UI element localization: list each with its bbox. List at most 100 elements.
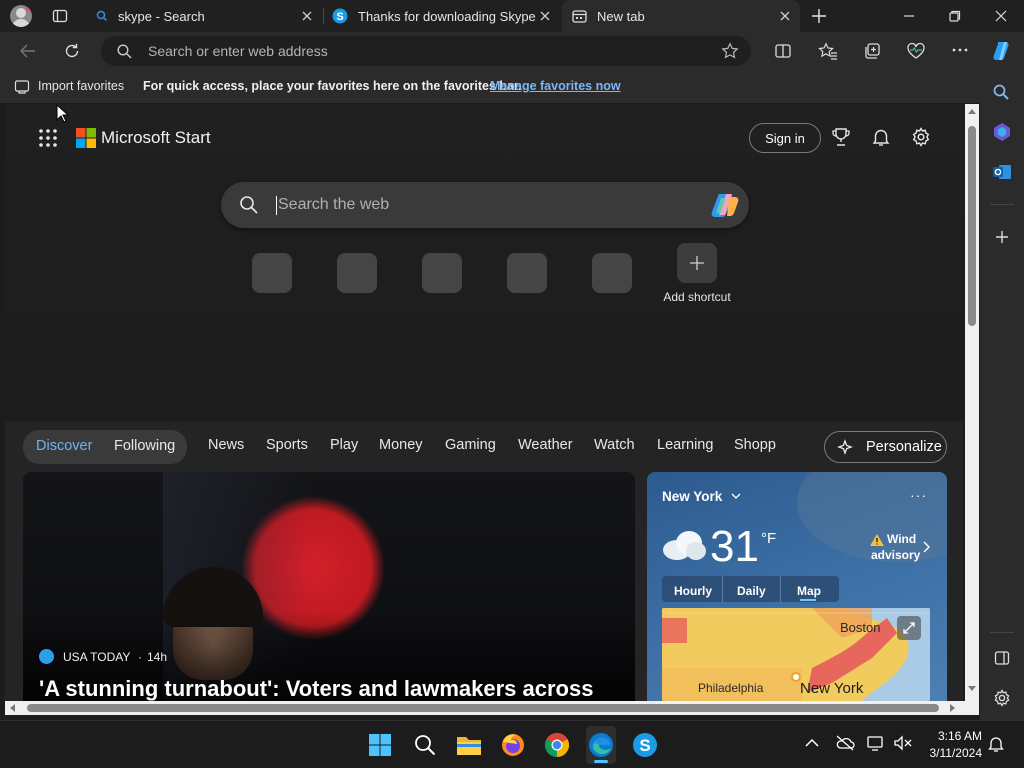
nav-money[interactable]: Money	[379, 437, 423, 453]
chrome-icon[interactable]	[544, 732, 570, 758]
manage-favorites-link[interactable]: Manage favorites now	[490, 79, 621, 93]
news-headline[interactable]: 'A stunning turnabout': Voters and lawma…	[39, 676, 593, 701]
split-screen-icon[interactable]	[774, 42, 792, 60]
notifications-icon[interactable]	[871, 127, 891, 147]
nav-learning[interactable]: Learning	[657, 437, 713, 453]
vertical-scrollbar[interactable]	[965, 104, 979, 701]
chevron-down-icon[interactable]	[731, 492, 741, 500]
minimize-icon[interactable]	[902, 9, 916, 23]
show-hidden-icons-icon[interactable]	[805, 738, 819, 748]
nav-gaming[interactable]: Gaming	[445, 437, 496, 453]
add-shortcut-label: Add shortcut	[663, 290, 731, 304]
sidebar-copilot-icon[interactable]	[992, 122, 1012, 142]
back-icon[interactable]	[19, 43, 37, 59]
scroll-down-icon[interactable]	[968, 686, 976, 692]
weather-card[interactable]: New York ··· 31 °F Wind advisory Hourly …	[647, 472, 947, 701]
tab-skype-search[interactable]: skype - Search	[86, 0, 322, 32]
weather-city[interactable]: New York	[662, 489, 722, 504]
nav-weather[interactable]: Weather	[518, 437, 573, 453]
shortcut-tile[interactable]	[592, 253, 632, 293]
weather-alert-line1[interactable]: Wind	[887, 532, 916, 546]
taskbar-date[interactable]: 3/11/2024	[920, 746, 983, 760]
import-favorites-button[interactable]: Import favorites	[38, 79, 124, 93]
taskbar-time[interactable]: 3:16 AM	[928, 729, 982, 743]
weather-alert-line2[interactable]: advisory	[871, 548, 920, 562]
tab-bar: skype - Search S Thanks for downloading …	[0, 0, 1024, 32]
copilot-icon[interactable]	[990, 39, 1014, 63]
browser-essentials-icon[interactable]	[906, 42, 926, 60]
page-settings-icon[interactable]	[911, 127, 931, 147]
tab-skype-download[interactable]: S Thanks for downloading Skype	[324, 0, 560, 32]
hide-sidebar-icon[interactable]	[994, 650, 1010, 666]
shortcut-tile[interactable]	[422, 253, 462, 293]
weather-tab-hourly[interactable]: Hourly	[674, 584, 712, 598]
nav-news[interactable]: News	[208, 437, 244, 453]
close-icon[interactable]	[538, 9, 552, 23]
chevron-right-icon[interactable]	[922, 541, 930, 553]
scroll-up-icon[interactable]	[968, 108, 976, 114]
start-icon[interactable]	[369, 734, 391, 756]
sidebar-search-icon[interactable]	[992, 83, 1010, 101]
news-card[interactable]: USA TODAY · 14h 'A stunning turnabout': …	[23, 472, 635, 701]
scroll-left-icon[interactable]	[9, 704, 15, 712]
add-shortcut-button[interactable]	[677, 243, 717, 283]
scroll-right-icon[interactable]	[950, 704, 956, 712]
personalize-button[interactable]: Personalize	[824, 431, 947, 463]
tab-discover[interactable]: Discover	[36, 438, 92, 454]
volume-muted-icon[interactable]	[894, 735, 912, 751]
weather-more-icon[interactable]: ···	[910, 487, 927, 503]
new-tab-button[interactable]	[810, 7, 828, 25]
onedrive-offline-icon[interactable]	[835, 735, 855, 751]
active-indicator	[594, 760, 608, 763]
weather-tab-daily[interactable]: Daily	[737, 584, 766, 598]
weather-tab-map[interactable]: Map	[797, 584, 821, 598]
more-options-icon[interactable]	[952, 48, 968, 52]
outlook-icon[interactable]	[992, 162, 1012, 182]
sign-in-button[interactable]: Sign in	[749, 123, 821, 153]
window-close-icon[interactable]	[994, 9, 1008, 23]
network-icon[interactable]	[867, 735, 885, 751]
nav-shopping[interactable]: Shopp	[734, 437, 776, 453]
taskbar: S 3:16 AM 3/11/2024	[0, 720, 1024, 768]
tab-title: Thanks for downloading Skype	[358, 8, 536, 24]
skype-taskbar-icon[interactable]: S	[632, 732, 658, 758]
expand-map-icon[interactable]	[897, 616, 921, 640]
collections-icon[interactable]	[863, 42, 881, 60]
file-explorer-icon[interactable]	[456, 733, 482, 757]
tab-following[interactable]: Following	[114, 438, 175, 454]
mouse-cursor-icon	[56, 104, 68, 124]
close-icon[interactable]	[778, 9, 792, 23]
shortcut-tile[interactable]	[252, 253, 292, 293]
tab-actions-icon[interactable]	[52, 8, 68, 24]
restore-icon[interactable]	[948, 9, 962, 23]
vertical-scroll-thumb[interactable]	[968, 126, 976, 326]
weather-unit: °F	[761, 530, 777, 547]
tab-title: skype - Search	[118, 8, 205, 24]
add-sidebar-app-icon[interactable]	[994, 229, 1010, 245]
shortcut-tile[interactable]	[337, 253, 377, 293]
shortcut-tile[interactable]	[507, 253, 547, 293]
nav-play[interactable]: Play	[330, 437, 358, 453]
address-bar[interactable]: Search or enter web address	[101, 36, 751, 66]
firefox-icon[interactable]	[500, 732, 526, 758]
refresh-icon[interactable]	[63, 42, 81, 60]
nav-sports[interactable]: Sports	[266, 437, 308, 453]
horizontal-scroll-thumb[interactable]	[27, 704, 939, 712]
sidebar-settings-icon[interactable]	[993, 689, 1011, 707]
app-launcher-icon[interactable]	[38, 128, 58, 148]
horizontal-scrollbar[interactable]	[5, 701, 979, 715]
favorites-icon[interactable]	[818, 42, 838, 60]
tab-new-tab[interactable]: New tab	[562, 0, 800, 32]
taskbar-search-icon[interactable]	[414, 734, 436, 756]
profile-avatar[interactable]	[10, 5, 32, 27]
skype-icon: S	[332, 8, 348, 24]
web-search-box[interactable]: Search the web	[221, 182, 749, 228]
weather-map[interactable]: Boston Philadelphia New York	[662, 608, 930, 701]
nav-watch[interactable]: Watch	[594, 437, 635, 453]
rewards-icon[interactable]	[831, 127, 851, 147]
close-icon[interactable]	[300, 9, 314, 23]
favorite-star-icon[interactable]	[721, 42, 739, 60]
notification-bell-icon[interactable]	[988, 735, 1004, 753]
copilot-search-icon[interactable]	[710, 192, 740, 218]
edge-taskbar-button[interactable]	[586, 726, 616, 764]
